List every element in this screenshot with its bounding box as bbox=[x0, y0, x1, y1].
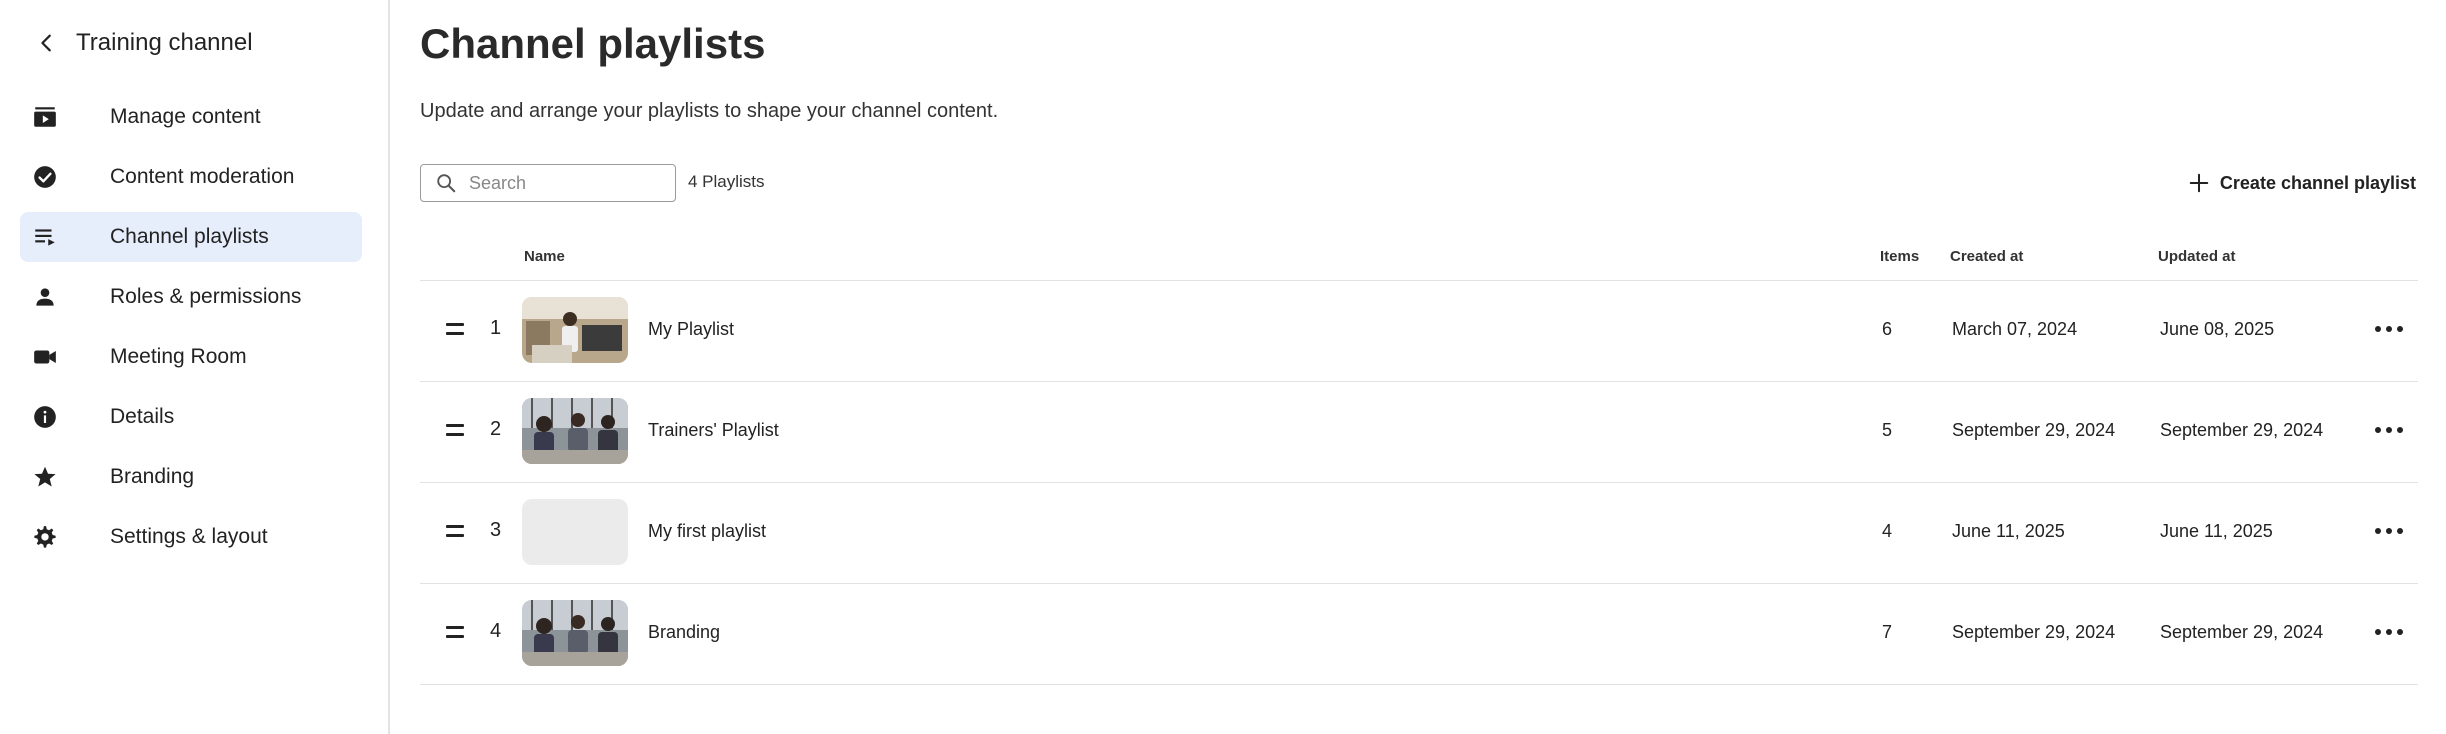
table-row[interactable]: 1 My Playlist 6 March 07, 2024 June 08, … bbox=[420, 281, 2418, 382]
table-header: Name Items Created at Updated at bbox=[420, 240, 2418, 281]
sidebar-item-manage-content[interactable]: Manage content bbox=[20, 92, 362, 142]
create-channel-playlist-label: Create channel playlist bbox=[2219, 172, 2416, 193]
playlist-created: June 11, 2025 bbox=[1952, 521, 2065, 541]
playlist-items: 4 bbox=[1882, 521, 1893, 541]
playlist-name[interactable]: Branding bbox=[648, 622, 720, 643]
sidebar-item-label: Manage content bbox=[110, 105, 261, 128]
column-header-updated[interactable]: Updated at bbox=[2158, 248, 2236, 265]
playlist-name[interactable]: My first playlist bbox=[648, 521, 766, 542]
column-header-created[interactable]: Created at bbox=[1950, 248, 2023, 265]
playlist-name[interactable]: My Playlist bbox=[648, 319, 734, 340]
page-title: Channel playlists bbox=[420, 20, 766, 67]
more-options-icon[interactable] bbox=[2375, 422, 2403, 438]
sidebar-item-roles-permissions[interactable]: Roles & permissions bbox=[20, 272, 362, 322]
videocam-icon bbox=[32, 343, 76, 371]
row-position: 1 bbox=[490, 317, 502, 339]
column-header-name[interactable]: Name bbox=[524, 248, 565, 265]
create-channel-playlist-button[interactable]: Create channel playlist bbox=[2188, 168, 2416, 198]
sidebar-item-label: Roles & permissions bbox=[110, 285, 302, 308]
sidebar-item-settings-layout[interactable]: Settings & layout bbox=[20, 512, 362, 562]
back-button[interactable]: Training channel bbox=[36, 22, 253, 64]
video-library-icon bbox=[32, 103, 76, 131]
table-row[interactable]: 3 My first playlist 4 June 11, 2025 June… bbox=[420, 483, 2418, 584]
channel-title: Training channel bbox=[76, 29, 253, 56]
sidebar-item-label: Details bbox=[110, 405, 175, 428]
sidebar-item-label: Meeting Room bbox=[110, 345, 247, 368]
playlist-updated: June 08, 2025 bbox=[2160, 319, 2275, 339]
sidebar-item-details[interactable]: Details bbox=[20, 392, 362, 442]
playlist-items: 6 bbox=[1882, 319, 1893, 339]
more-options-icon[interactable] bbox=[2375, 523, 2403, 539]
playlist-updated: September 29, 2024 bbox=[2160, 622, 2324, 642]
table-row[interactable]: 4 Branding 7 September 29, 2024 Septembe… bbox=[420, 584, 2418, 685]
drag-handle-icon[interactable] bbox=[446, 317, 464, 343]
row-position: 4 bbox=[490, 620, 502, 642]
row-position: 2 bbox=[490, 418, 502, 440]
table-row[interactable]: 2 Trainers' Playlist 5 September 29, 202 bbox=[420, 382, 2418, 483]
playlists-table: Name Items Created at Updated at 1 My Pl… bbox=[420, 240, 2418, 685]
sidebar-item-branding[interactable]: Branding bbox=[20, 452, 362, 502]
row-position: 3 bbox=[490, 519, 502, 541]
sidebar-item-channel-playlists[interactable]: Channel playlists bbox=[20, 212, 362, 262]
playlist-thumbnail bbox=[522, 297, 628, 363]
playlist-name[interactable]: Trainers' Playlist bbox=[648, 420, 779, 441]
playlist-icon bbox=[32, 223, 76, 251]
person-icon bbox=[32, 283, 76, 311]
search-input[interactable] bbox=[467, 171, 671, 195]
gear-icon bbox=[32, 523, 76, 551]
sidebar-item-label: Channel playlists bbox=[110, 225, 269, 248]
sidebar-item-label: Branding bbox=[110, 465, 195, 488]
column-header-items[interactable]: Items bbox=[1880, 248, 1919, 265]
main-content: Channel playlists Update and arrange you… bbox=[420, 0, 2426, 734]
sidebar-item-label: Settings & layout bbox=[110, 525, 268, 548]
sidebar-nav: Manage content Content moderation Channe… bbox=[20, 92, 362, 572]
sidebar-item-meeting-room[interactable]: Meeting Room bbox=[20, 332, 362, 382]
check-circle-icon bbox=[32, 163, 76, 191]
page-subtitle: Update and arrange your playlists to sha… bbox=[420, 100, 999, 122]
playlist-thumbnail bbox=[522, 600, 628, 666]
playlist-created: September 29, 2024 bbox=[1952, 622, 2116, 642]
chevron-left-icon bbox=[41, 34, 51, 52]
playlist-thumbnail bbox=[522, 398, 628, 464]
playlist-updated: September 29, 2024 bbox=[2160, 420, 2324, 440]
more-options-icon[interactable] bbox=[2375, 321, 2403, 337]
star-icon bbox=[32, 463, 76, 491]
playlist-created: September 29, 2024 bbox=[1952, 420, 2116, 440]
playlist-created: March 07, 2024 bbox=[1952, 319, 2078, 339]
drag-handle-icon[interactable] bbox=[446, 418, 464, 444]
search-icon bbox=[437, 174, 456, 193]
sidebar-item-label: Content moderation bbox=[110, 165, 295, 188]
playlist-thumbnail-placeholder bbox=[522, 499, 628, 565]
more-options-icon[interactable] bbox=[2375, 624, 2403, 640]
playlist-items: 7 bbox=[1882, 622, 1893, 642]
sidebar: Training channel Manage content Content … bbox=[0, 0, 390, 734]
sidebar-item-content-moderation[interactable]: Content moderation bbox=[20, 152, 362, 202]
search-box[interactable] bbox=[420, 164, 676, 202]
playlist-count: 4 Playlists bbox=[688, 172, 765, 191]
drag-handle-icon[interactable] bbox=[446, 620, 464, 646]
playlist-updated: June 11, 2025 bbox=[2160, 521, 2273, 541]
playlist-items: 5 bbox=[1882, 420, 1893, 440]
plus-icon bbox=[2189, 173, 2209, 193]
drag-handle-icon[interactable] bbox=[446, 519, 464, 545]
info-icon bbox=[32, 403, 76, 431]
